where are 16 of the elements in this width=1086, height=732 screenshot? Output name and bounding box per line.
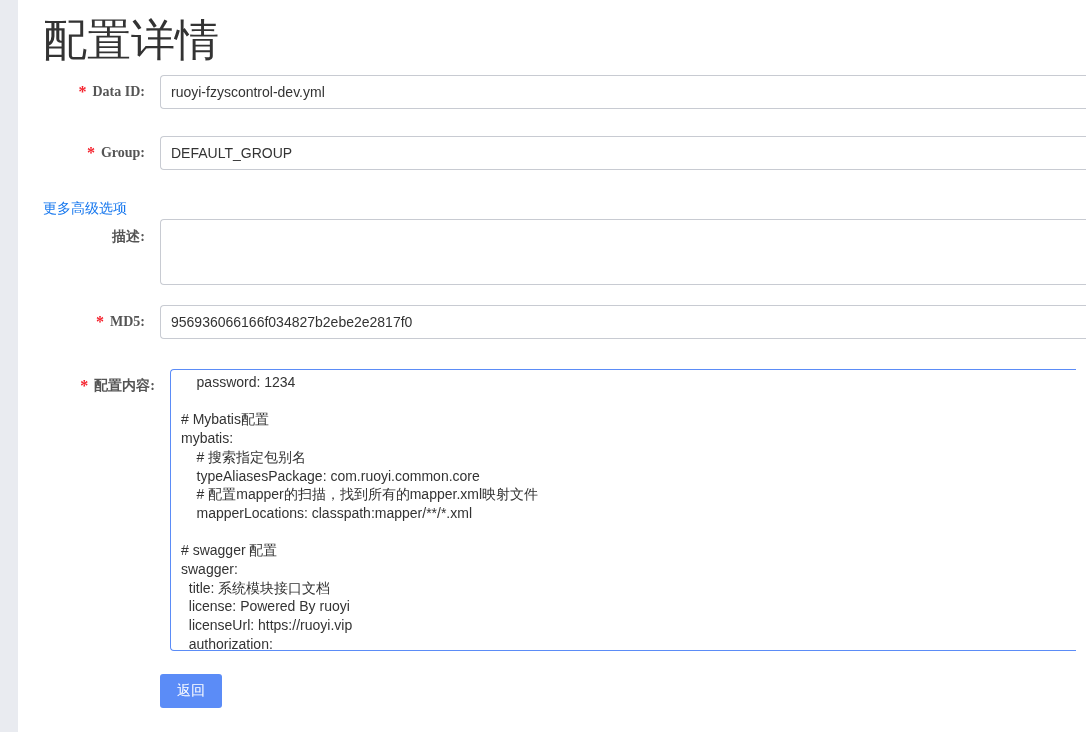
text-field[interactable]: ruoyi-fzyscontrol-dev.yml (160, 75, 1086, 109)
text-field[interactable]: 956936066166f034827b2ebe2e2817f0 (160, 305, 1086, 339)
advanced-options-link[interactable]: 更多高级选项 (43, 199, 127, 217)
required-asterisk: * (80, 376, 89, 396)
field-label: Data ID: (92, 83, 145, 101)
field-label: 描述: (112, 228, 145, 246)
field-label: MD5: (110, 313, 145, 331)
text-field[interactable]: DEFAULT_GROUP (160, 136, 1086, 170)
field-label: 配置内容: (94, 377, 155, 395)
field-label: Group: (100, 144, 145, 162)
description-field[interactable] (160, 219, 1086, 285)
required-asterisk: * (78, 82, 87, 102)
config-content-field[interactable]: password: 1234 # Mybatis配置 mybatis: # 搜索指定包别名 typeAliasesPackage: com.ruoyi.common.core # 配置mapper的扫描，找到所有的mapper.xml映射文件 mapperLocations: classpath:mapper/**/*.xml # swagger 配置 swagger: title: 系统模块接口文档 license: Powered By ruoyi licenseUrl: https://ruoyi.vip authorization: (170, 369, 1076, 651)
required-asterisk: * (86, 143, 95, 163)
page-title: 配置详情 (43, 14, 220, 66)
required-asterisk: * (96, 312, 104, 332)
